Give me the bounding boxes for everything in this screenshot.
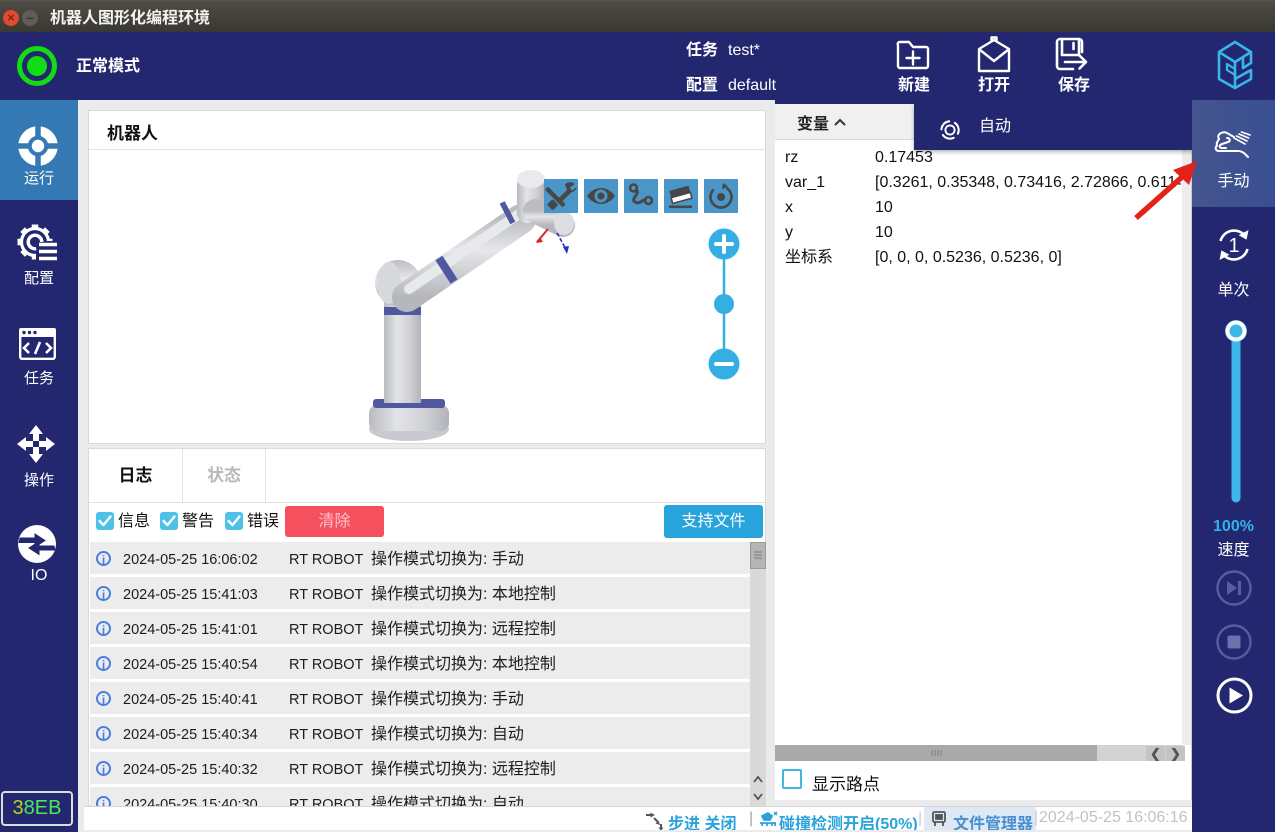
svg-text:1: 1 <box>1228 235 1239 257</box>
